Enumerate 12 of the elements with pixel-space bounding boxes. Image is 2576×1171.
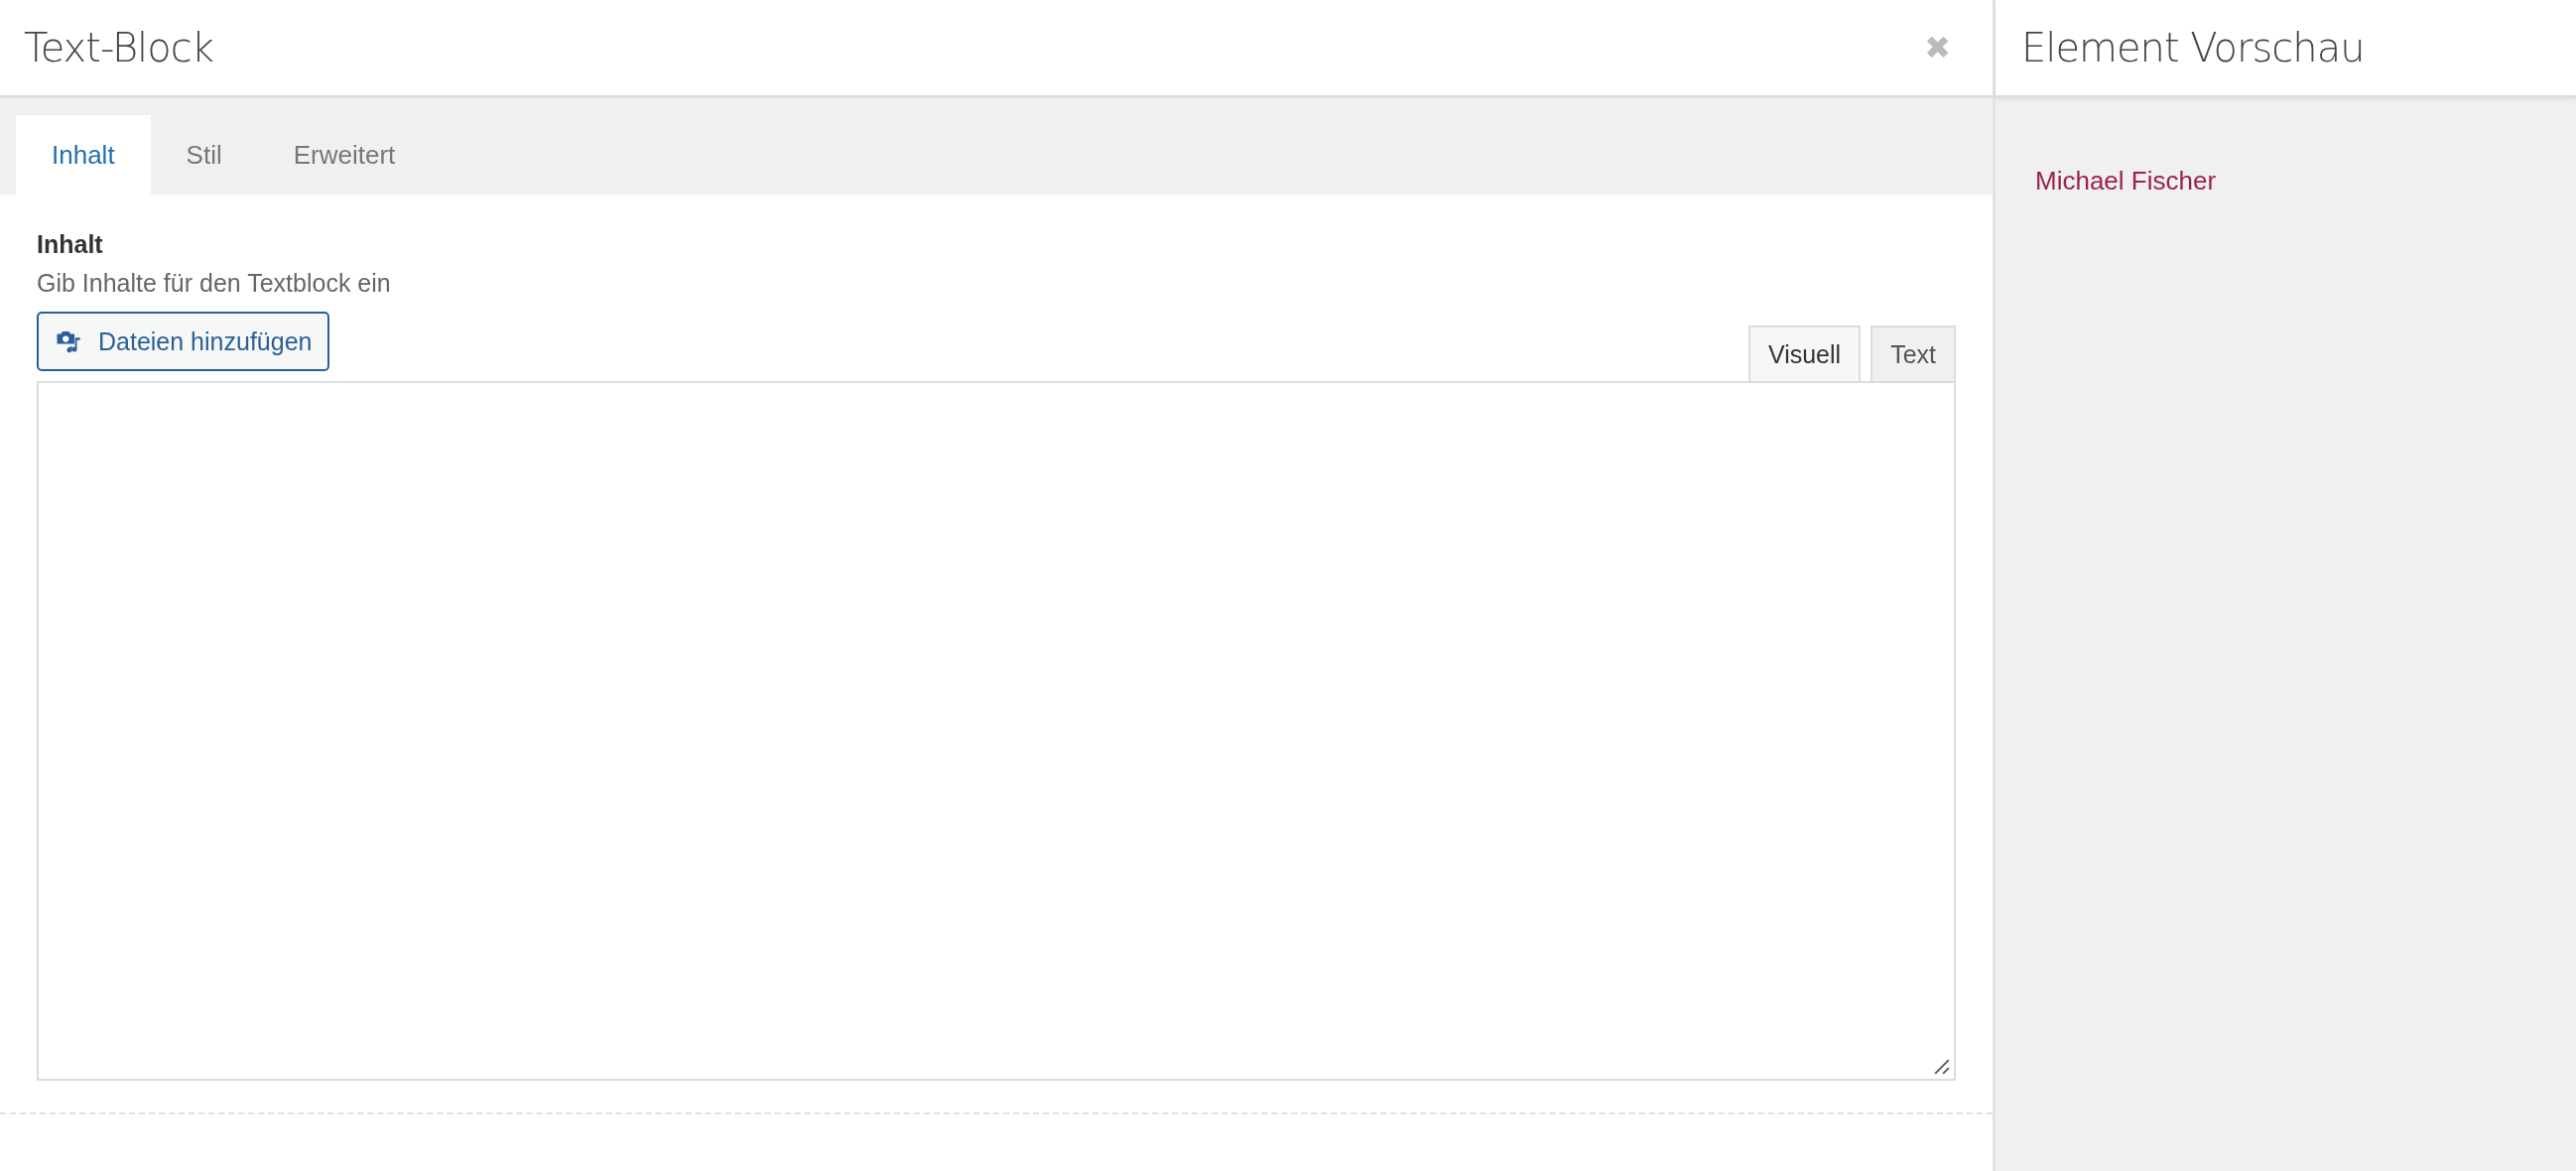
resize-handle-icon[interactable] bbox=[1934, 1059, 1950, 1075]
editor-tab[interactable]: Text bbox=[1870, 325, 1956, 381]
field-description: Gib Inhalte für den Textblock ein bbox=[37, 269, 392, 298]
add-media-button[interactable]: Dateien hinzufügen bbox=[37, 312, 330, 371]
tab[interactable]: Inhalt bbox=[16, 115, 151, 195]
tab[interactable]: Stil bbox=[150, 115, 258, 195]
tab[interactable]: Erweitert bbox=[257, 115, 432, 195]
editor-tab[interactable]: Visuell bbox=[1747, 325, 1862, 381]
dialog-title: Text-Block bbox=[24, 25, 213, 70]
preview-title: Element Vorschau bbox=[2021, 25, 2365, 70]
preview-text: Michael Fischer bbox=[2035, 166, 2217, 195]
field-label: Inhalt bbox=[37, 230, 104, 259]
